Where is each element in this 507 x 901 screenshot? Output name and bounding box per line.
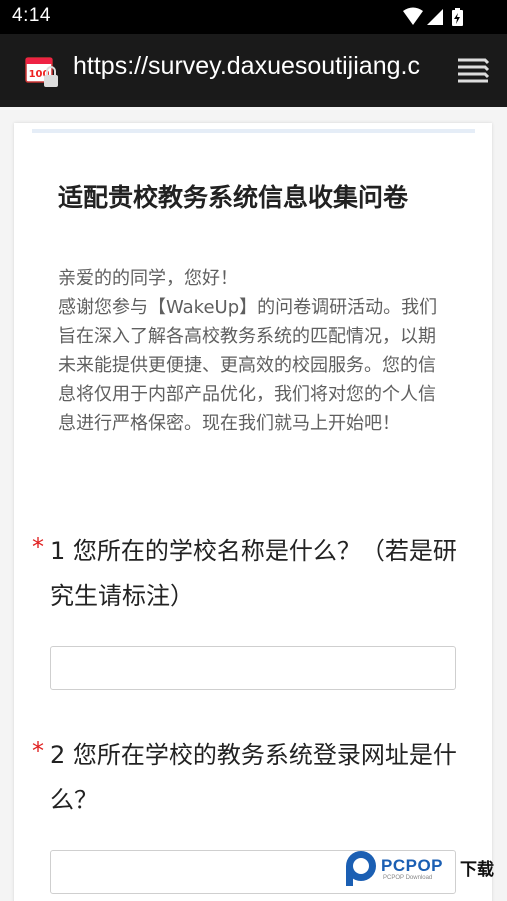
survey-card: 适配贵校教务系统信息收集问卷 亲爱的的同学，您好！ 感谢您参与【WakeUp】的…	[14, 123, 492, 901]
status-time: 4:14	[12, 5, 51, 26]
wifi-icon	[403, 7, 423, 25]
signal-icon	[427, 9, 443, 25]
intro-text: 感谢您参与【WakeUp】的问卷调研活动。我们旨在深入了解各高校教务系统的匹配情…	[58, 297, 438, 434]
survey-site-icon: 100	[25, 57, 58, 87]
browser-url-bar[interactable]: 100 https://survey.daxuesoutijiang.c	[0, 34, 507, 107]
status-bar: 4:14	[0, 0, 507, 34]
battery-charging-icon	[452, 8, 463, 26]
status-icons	[403, 7, 463, 26]
survey-title: 适配贵校教务系统信息收集问卷	[58, 183, 409, 212]
lock-icon	[44, 75, 58, 87]
required-mark: *	[32, 533, 44, 561]
watermark-brand: PCPOP	[381, 856, 444, 875]
survey-description: 亲爱的的同学，您好！ 感谢您参与【WakeUp】的问卷调研活动。我们旨在深入了解…	[58, 264, 450, 438]
required-mark: *	[32, 737, 44, 765]
pcpop-watermark: PCPOP 下载 PCPOP Download	[343, 848, 503, 888]
question-1-input[interactable]	[50, 646, 456, 690]
question-1-text: 1 您所在的学校名称是什么？（若是研究生请标注）	[50, 537, 457, 610]
question-2-text: 2 您所在学校的教务系统登录网址是什么？	[50, 741, 457, 814]
card-top-border	[32, 129, 475, 133]
watermark-cn: 下载	[460, 860, 494, 880]
page-content[interactable]: 适配贵校教务系统信息收集问卷 亲爱的的同学，您好！ 感谢您参与【WakeUp】的…	[0, 107, 507, 901]
tabs-menu-icon[interactable]	[455, 57, 491, 85]
watermark-sub: PCPOP Download	[383, 875, 433, 881]
pcpop-logo-icon	[346, 851, 376, 886]
url-text[interactable]: https://survey.daxuesoutijiang.c	[73, 52, 429, 81]
greeting-text: 亲爱的的同学，您好！	[58, 268, 238, 289]
